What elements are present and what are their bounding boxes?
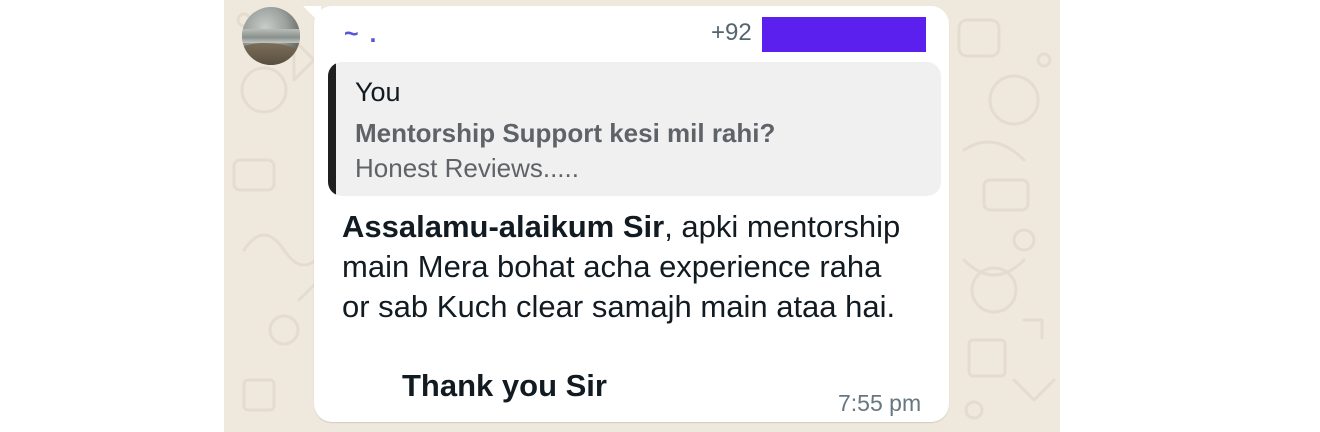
quoted-message[interactable]: You Mentorship Support kesi mil rahi? Ho…	[328, 62, 941, 196]
sender-name[interactable]: ~ .	[344, 20, 379, 49]
message-thanks: Thank you Sir	[402, 368, 607, 403]
avatar-sea	[242, 29, 300, 43]
message-text: Assalamu-alaikum Sir, apki mentorship ma…	[342, 207, 902, 327]
quote-text-line2: Honest Reviews.....	[355, 153, 579, 183]
contact-avatar[interactable]	[242, 7, 300, 65]
redaction-bar	[762, 17, 926, 52]
message-greeting: Assalamu-alaikum Sir	[342, 209, 665, 244]
message-timestamp: 7:55 pm	[838, 390, 922, 416]
sender-phone[interactable]: +92	[711, 19, 752, 47]
avatar-shore	[242, 43, 300, 65]
quote-author: You	[355, 77, 401, 107]
quote-accent-bar	[328, 62, 336, 196]
quote-text-line1: Mentorship Support kesi mil rahi?	[355, 118, 776, 148]
